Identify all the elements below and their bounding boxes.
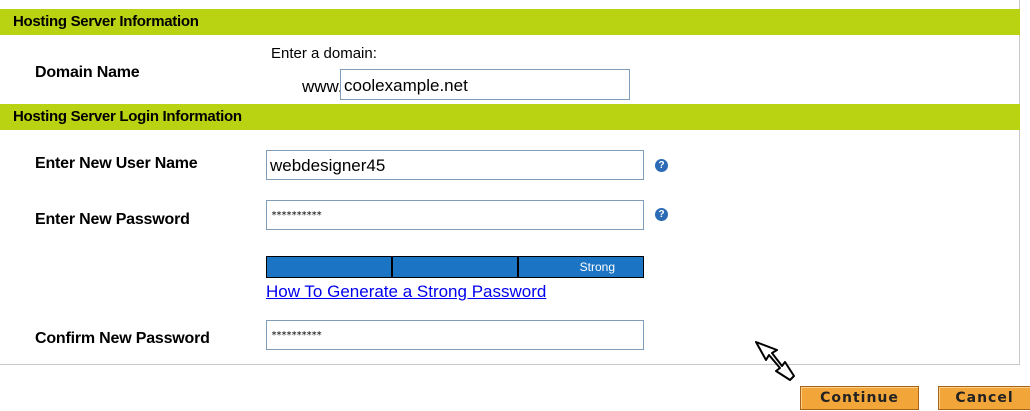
domain-input[interactable] — [340, 69, 630, 100]
confirm-password-input[interactable] — [266, 320, 644, 350]
password-input[interactable] — [266, 200, 644, 230]
question-mark-icon[interactable]: ? — [655, 208, 668, 221]
strong-password-help-link[interactable]: How To Generate a Strong Password — [266, 282, 546, 302]
strength-segment-2 — [393, 257, 519, 277]
pointer-hand-icon — [755, 341, 795, 381]
section-header-hosting-server: Hosting Server Information — [0, 9, 1020, 35]
strength-segment-strong: Strong — [579, 260, 615, 274]
domain-prompt-text: Enter a domain: — [271, 45, 377, 62]
section-header-login-info: Hosting Server Login Information — [0, 104, 1020, 130]
cancel-button[interactable]: Cancel — [938, 386, 1030, 410]
question-mark-icon[interactable]: ? — [655, 159, 668, 172]
username-input[interactable] — [266, 150, 644, 180]
domain-name-label: Domain Name — [35, 64, 140, 81]
password-strength-meter: Strong — [266, 256, 644, 278]
strength-segment-1 — [267, 257, 393, 277]
confirm-password-label: Confirm New Password — [35, 330, 210, 347]
username-label: Enter New User Name — [35, 155, 198, 172]
domain-www-prefix: www. — [302, 77, 343, 96]
hosting-form-panel: Hosting Server Information Domain Name E… — [0, 0, 1020, 365]
continue-button[interactable]: Continue — [800, 386, 919, 410]
password-label: Enter New Password — [35, 211, 190, 228]
